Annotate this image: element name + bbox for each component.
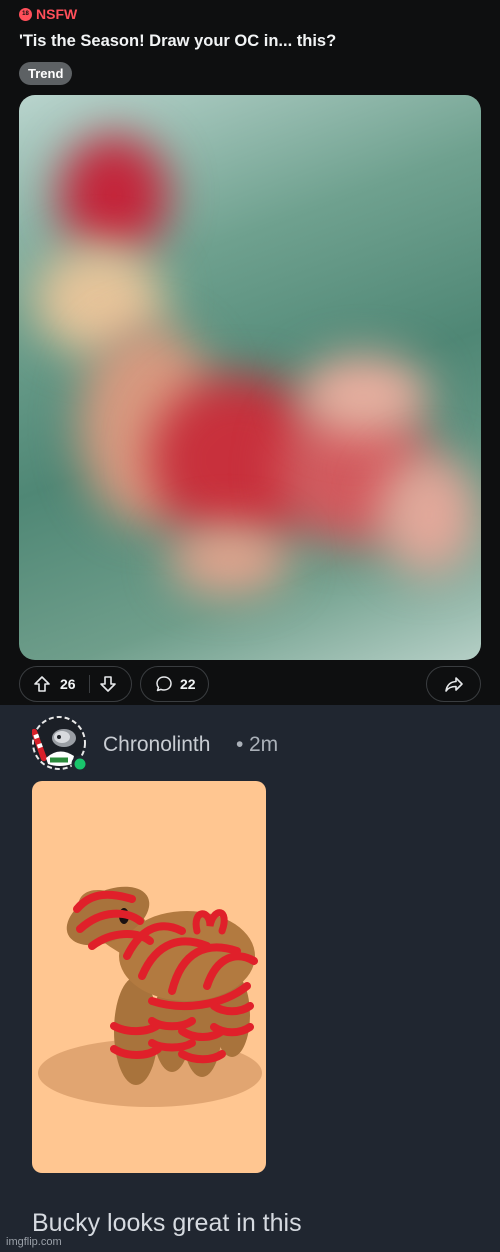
comment-body: Bucky looks great in this xyxy=(32,1209,302,1237)
share-button[interactable] xyxy=(426,666,481,702)
arrow-up-icon[interactable] xyxy=(33,675,51,693)
blur-blob xyxy=(299,355,429,435)
blur-blob xyxy=(59,135,169,255)
nsfw-tag: 18 NSFW xyxy=(19,6,77,22)
post-image-blurred[interactable] xyxy=(19,95,481,660)
post-action-bar: 26 22 xyxy=(0,666,500,702)
share-arrow-icon xyxy=(444,675,464,693)
post-flair[interactable]: Trend xyxy=(19,62,73,85)
comments-button[interactable]: 22 xyxy=(140,666,209,702)
upvote-count: 26 xyxy=(60,676,76,692)
post-title[interactable]: 'Tis the Season! Draw your OC in... this… xyxy=(19,32,336,51)
vote-divider xyxy=(88,675,90,693)
blur-blob xyxy=(379,455,479,575)
nsfw-label: NSFW xyxy=(36,6,78,22)
comment-author[interactable]: Chronolinth xyxy=(103,733,210,757)
watermark: imgflip.com xyxy=(6,1236,62,1248)
comment-bubble-icon xyxy=(155,675,173,693)
nsfw-18-icon: 18 xyxy=(19,7,32,21)
vote-control: 26 xyxy=(19,666,132,702)
post-section: 18 NSFW 'Tis the Season! Draw your OC in… xyxy=(0,0,500,705)
comment-age: 2m xyxy=(249,733,279,756)
arrow-down-icon[interactable] xyxy=(99,675,117,693)
blur-blob xyxy=(169,525,289,595)
meta-separator: • xyxy=(236,733,244,756)
avatar[interactable] xyxy=(31,716,89,773)
comment-count: 22 xyxy=(180,676,196,692)
comment-image-ribbon-horse[interactable] xyxy=(32,781,266,1173)
